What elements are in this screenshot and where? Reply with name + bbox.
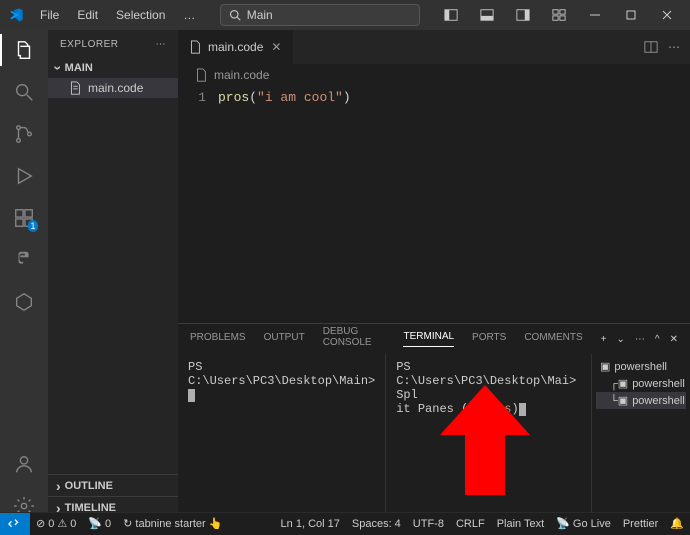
- tab-main-code[interactable]: main.code ✕: [178, 30, 294, 64]
- panel-tab-debug-console[interactable]: DEBUG CONSOLE: [323, 326, 386, 352]
- antenna-icon: 📡: [88, 517, 102, 530]
- cursor: [188, 389, 195, 402]
- sidebar-more-icon[interactable]: ⋯: [156, 39, 167, 50]
- maximize-icon[interactable]: [616, 1, 646, 29]
- terminal-list: ▣powershell ┌▣powershell └▣powershell: [592, 354, 690, 518]
- breadcrumb[interactable]: main.code: [178, 64, 690, 86]
- tab-close-icon[interactable]: ✕: [269, 40, 283, 54]
- code-line-1: pros("i am cool"): [218, 90, 351, 319]
- menu-selection[interactable]: Selection: [108, 4, 173, 26]
- command-center: Main: [203, 4, 436, 26]
- minimize-icon[interactable]: [580, 1, 610, 29]
- menu-more[interactable]: …: [175, 4, 203, 26]
- menu-edit[interactable]: Edit: [69, 4, 106, 26]
- status-tabnine[interactable]: ↻tabnine starter👆: [117, 517, 228, 530]
- panel-tab-problems[interactable]: PROBLEMS: [190, 332, 246, 347]
- panel-tab-comments[interactable]: COMMENTS: [524, 332, 582, 347]
- customize-layout-icon[interactable]: [544, 1, 574, 29]
- layout-sidebar-left-icon[interactable]: [436, 1, 466, 29]
- editor-more-icon[interactable]: ⋯: [668, 40, 680, 54]
- code-editor[interactable]: 1 pros("i am cool"): [178, 86, 690, 323]
- close-icon[interactable]: [652, 1, 682, 29]
- menu-bar: File Edit Selection …: [32, 4, 203, 26]
- search-text: Main: [247, 8, 273, 22]
- terminal-1[interactable]: PS C:\Users\PC3\Desktop\Main>: [178, 354, 386, 518]
- hexagon-icon[interactable]: [12, 290, 36, 314]
- status-spaces[interactable]: Spaces: 4: [346, 518, 407, 530]
- terminal-2[interactable]: PS C:\Users\PC3\Desktop\Mai> Spl it Pane…: [386, 354, 592, 518]
- terminal-list-item[interactable]: ▣powershell: [596, 358, 686, 375]
- status-golive[interactable]: 📡Go Live: [550, 517, 617, 530]
- run-debug-icon[interactable]: [12, 164, 36, 188]
- close-panel-icon[interactable]: ✕: [670, 334, 678, 345]
- account-icon[interactable]: [12, 452, 36, 476]
- file-icon: [194, 68, 208, 82]
- file-icon: [68, 81, 82, 95]
- panel-tab-output[interactable]: OUTPUT: [264, 332, 305, 347]
- breadcrumb-label: main.code: [214, 68, 269, 82]
- status-bell-icon[interactable]: 🔔: [664, 517, 690, 530]
- file-icon: [188, 40, 202, 54]
- explorer-icon[interactable]: [12, 38, 36, 62]
- terminal-list-item[interactable]: ┌▣powershell: [596, 375, 686, 392]
- panel-tab-ports[interactable]: PORTS: [472, 332, 506, 347]
- activity-bar: 1: [0, 30, 48, 518]
- broadcast-icon: 📡: [556, 517, 570, 530]
- menu-file[interactable]: File: [32, 4, 67, 26]
- panel: PROBLEMS OUTPUT DEBUG CONSOLE TERMINAL P…: [178, 323, 690, 518]
- terminal-icon: └▣: [610, 394, 628, 407]
- sidebar-outline[interactable]: OUTLINE: [48, 474, 178, 496]
- terminal-container: PS C:\Users\PC3\Desktop\Main> PS C:\User…: [178, 354, 690, 518]
- editor-area: main.code ✕ ⋯ main.code 1 pros("i am coo…: [178, 30, 690, 518]
- sidebar-section-main[interactable]: MAIN: [48, 58, 178, 78]
- layout-sidebar-right-icon[interactable]: [508, 1, 538, 29]
- maximize-panel-icon[interactable]: ^: [655, 334, 660, 345]
- status-prettier[interactable]: Prettier: [617, 518, 664, 530]
- line-number: 1: [178, 90, 218, 319]
- window-controls: [436, 1, 682, 29]
- terminal-dropdown-icon[interactable]: ⌄: [617, 334, 625, 345]
- status-lang[interactable]: Plain Text: [491, 518, 551, 530]
- extensions-icon[interactable]: 1: [12, 206, 36, 230]
- sync-icon: ↻: [123, 517, 132, 530]
- remote-icon[interactable]: [0, 513, 30, 535]
- terminal-icon: ┌▣: [610, 377, 628, 390]
- new-terminal-icon[interactable]: +: [601, 334, 607, 345]
- hand-icon: 👆: [209, 517, 223, 530]
- sidebar-header: EXPLORER ⋯: [48, 30, 178, 58]
- split-editor-icon[interactable]: [644, 40, 658, 54]
- extensions-badge: 1: [28, 220, 38, 232]
- sidebar-section-label: MAIN: [65, 62, 93, 74]
- error-icon: ⊘: [36, 517, 45, 530]
- python-icon[interactable]: [12, 248, 36, 272]
- chevron-down-icon: [56, 60, 61, 76]
- panel-tabs: PROBLEMS OUTPUT DEBUG CONSOLE TERMINAL P…: [178, 324, 690, 354]
- sidebar-explorer: EXPLORER ⋯ MAIN main.code OUTLINE TIMELI…: [48, 30, 178, 518]
- panel-tab-terminal[interactable]: TERMINAL: [403, 331, 454, 347]
- tab-label: main.code: [208, 40, 263, 54]
- status-bar: ⊘0⚠0 📡0 ↻tabnine starter👆 Ln 1, Col 17 S…: [0, 512, 690, 534]
- file-item-main-code[interactable]: main.code: [48, 78, 178, 98]
- status-eol[interactable]: CRLF: [450, 518, 491, 530]
- warning-icon: ⚠: [57, 517, 67, 530]
- sidebar-title: EXPLORER: [60, 39, 118, 50]
- file-label: main.code: [88, 81, 143, 95]
- terminal-list-item[interactable]: └▣powershell: [596, 392, 686, 409]
- status-errors[interactable]: ⊘0⚠0: [30, 517, 82, 530]
- search-icon: [229, 9, 241, 21]
- title-bar: File Edit Selection … Main: [0, 0, 690, 30]
- chevron-right-icon: [56, 478, 61, 494]
- layout-panel-icon[interactable]: [472, 1, 502, 29]
- editor-tabs: main.code ✕ ⋯: [178, 30, 690, 64]
- panel-more-icon[interactable]: ⋯: [635, 334, 645, 345]
- status-lncol[interactable]: Ln 1, Col 17: [275, 518, 346, 530]
- status-port[interactable]: 📡0: [82, 517, 117, 530]
- cursor: [519, 403, 526, 416]
- search-input[interactable]: Main: [220, 4, 420, 26]
- terminal-icon: ▣: [600, 360, 610, 373]
- vscode-logo-icon: [8, 7, 24, 23]
- status-encoding[interactable]: UTF-8: [407, 518, 450, 530]
- source-control-icon[interactable]: [12, 122, 36, 146]
- search-icon[interactable]: [12, 80, 36, 104]
